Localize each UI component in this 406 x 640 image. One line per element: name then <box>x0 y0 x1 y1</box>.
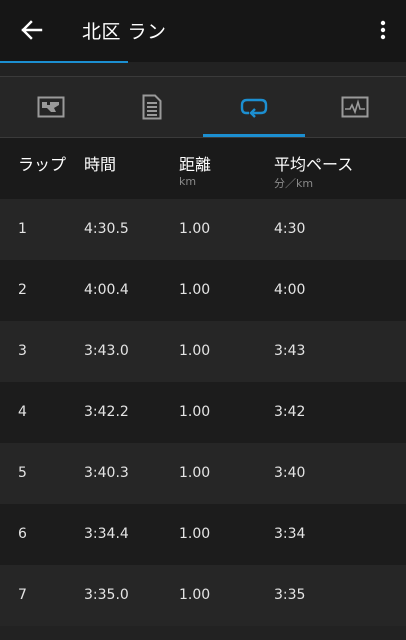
map-icon <box>37 96 65 118</box>
active-tab-indicator <box>203 134 305 137</box>
lap-time: 3:42.2 <box>84 404 129 420</box>
lap-time: 4:30.5 <box>84 221 129 237</box>
lap-pace: 3:42 <box>274 404 306 420</box>
lap-time: 3:35.0 <box>84 587 129 603</box>
app-bar: 北区 ラン <box>0 0 406 62</box>
table-row[interactable]: 6 3:34.4 1.00 3:34 <box>0 504 406 565</box>
lap-time: 3:40.3 <box>84 465 129 481</box>
lap-number: 7 <box>18 587 27 603</box>
lap-pace: 4:00 <box>274 282 306 298</box>
lap-pace: 4:30 <box>274 221 306 237</box>
tab-details[interactable] <box>102 77 204 137</box>
lap-distance: 1.00 <box>179 526 211 542</box>
lap-time: 3:43.0 <box>84 343 129 359</box>
lap-time: 3:34.4 <box>84 526 129 542</box>
column-header-pace: 平均ペース <box>274 155 354 174</box>
table-row[interactable]: 7 3:35.0 1.00 3:35 <box>0 565 406 626</box>
table-row[interactable]: 1 4:30.5 1.00 4:30 <box>0 199 406 260</box>
column-unit-pace: 分／km <box>274 177 314 190</box>
lap-pace: 3:43 <box>274 343 306 359</box>
back-button[interactable] <box>14 14 50 46</box>
document-icon <box>142 94 162 120</box>
lap-pace: 3:40 <box>274 465 306 481</box>
laps-table: 1 4:30.5 1.00 4:30 2 4:00.4 1.00 4:00 3 … <box>0 199 406 626</box>
lap-pace: 3:34 <box>274 526 306 542</box>
lap-number: 1 <box>18 221 27 237</box>
column-unit-distance: km <box>179 175 197 188</box>
lap-distance: 1.00 <box>179 282 211 298</box>
tab-charts[interactable] <box>305 77 406 137</box>
lap-time: 4:00.4 <box>84 282 129 298</box>
table-row[interactable]: 3 3:43.0 1.00 3:43 <box>0 321 406 382</box>
lap-distance: 1.00 <box>179 587 211 603</box>
lap-distance: 1.00 <box>179 465 211 481</box>
lap-number: 3 <box>18 343 27 359</box>
lap-distance: 1.00 <box>179 404 211 420</box>
lap-pace: 3:35 <box>274 587 306 603</box>
lap-number: 5 <box>18 465 27 481</box>
table-row[interactable]: 4 3:42.2 1.00 3:42 <box>0 382 406 443</box>
column-header-distance: 距離 <box>179 155 212 174</box>
overflow-menu-button[interactable] <box>372 14 394 46</box>
page-title: 北区 ラン <box>82 21 167 43</box>
column-header-time: 時間 <box>84 155 117 174</box>
lap-number: 4 <box>18 404 27 420</box>
table-header: ラップ 時間 距離 km 平均ペース 分／km <box>0 138 406 199</box>
table-row[interactable]: 5 3:40.3 1.00 3:40 <box>0 443 406 504</box>
tab-laps[interactable] <box>203 77 305 137</box>
table-row[interactable]: 2 4:00.4 1.00 4:00 <box>0 260 406 321</box>
column-header-lap: ラップ <box>18 155 67 174</box>
tab-map[interactable] <box>0 77 102 137</box>
more-vert-icon <box>380 20 386 40</box>
arrow-left-icon <box>21 20 43 40</box>
lap-number: 6 <box>18 526 27 542</box>
divider <box>0 63 406 76</box>
laps-loop-icon <box>240 98 267 118</box>
chart-icon <box>341 96 369 118</box>
lap-distance: 1.00 <box>179 221 211 237</box>
tab-bar <box>0 76 406 138</box>
lap-distance: 1.00 <box>179 343 211 359</box>
lap-number: 2 <box>18 282 27 298</box>
